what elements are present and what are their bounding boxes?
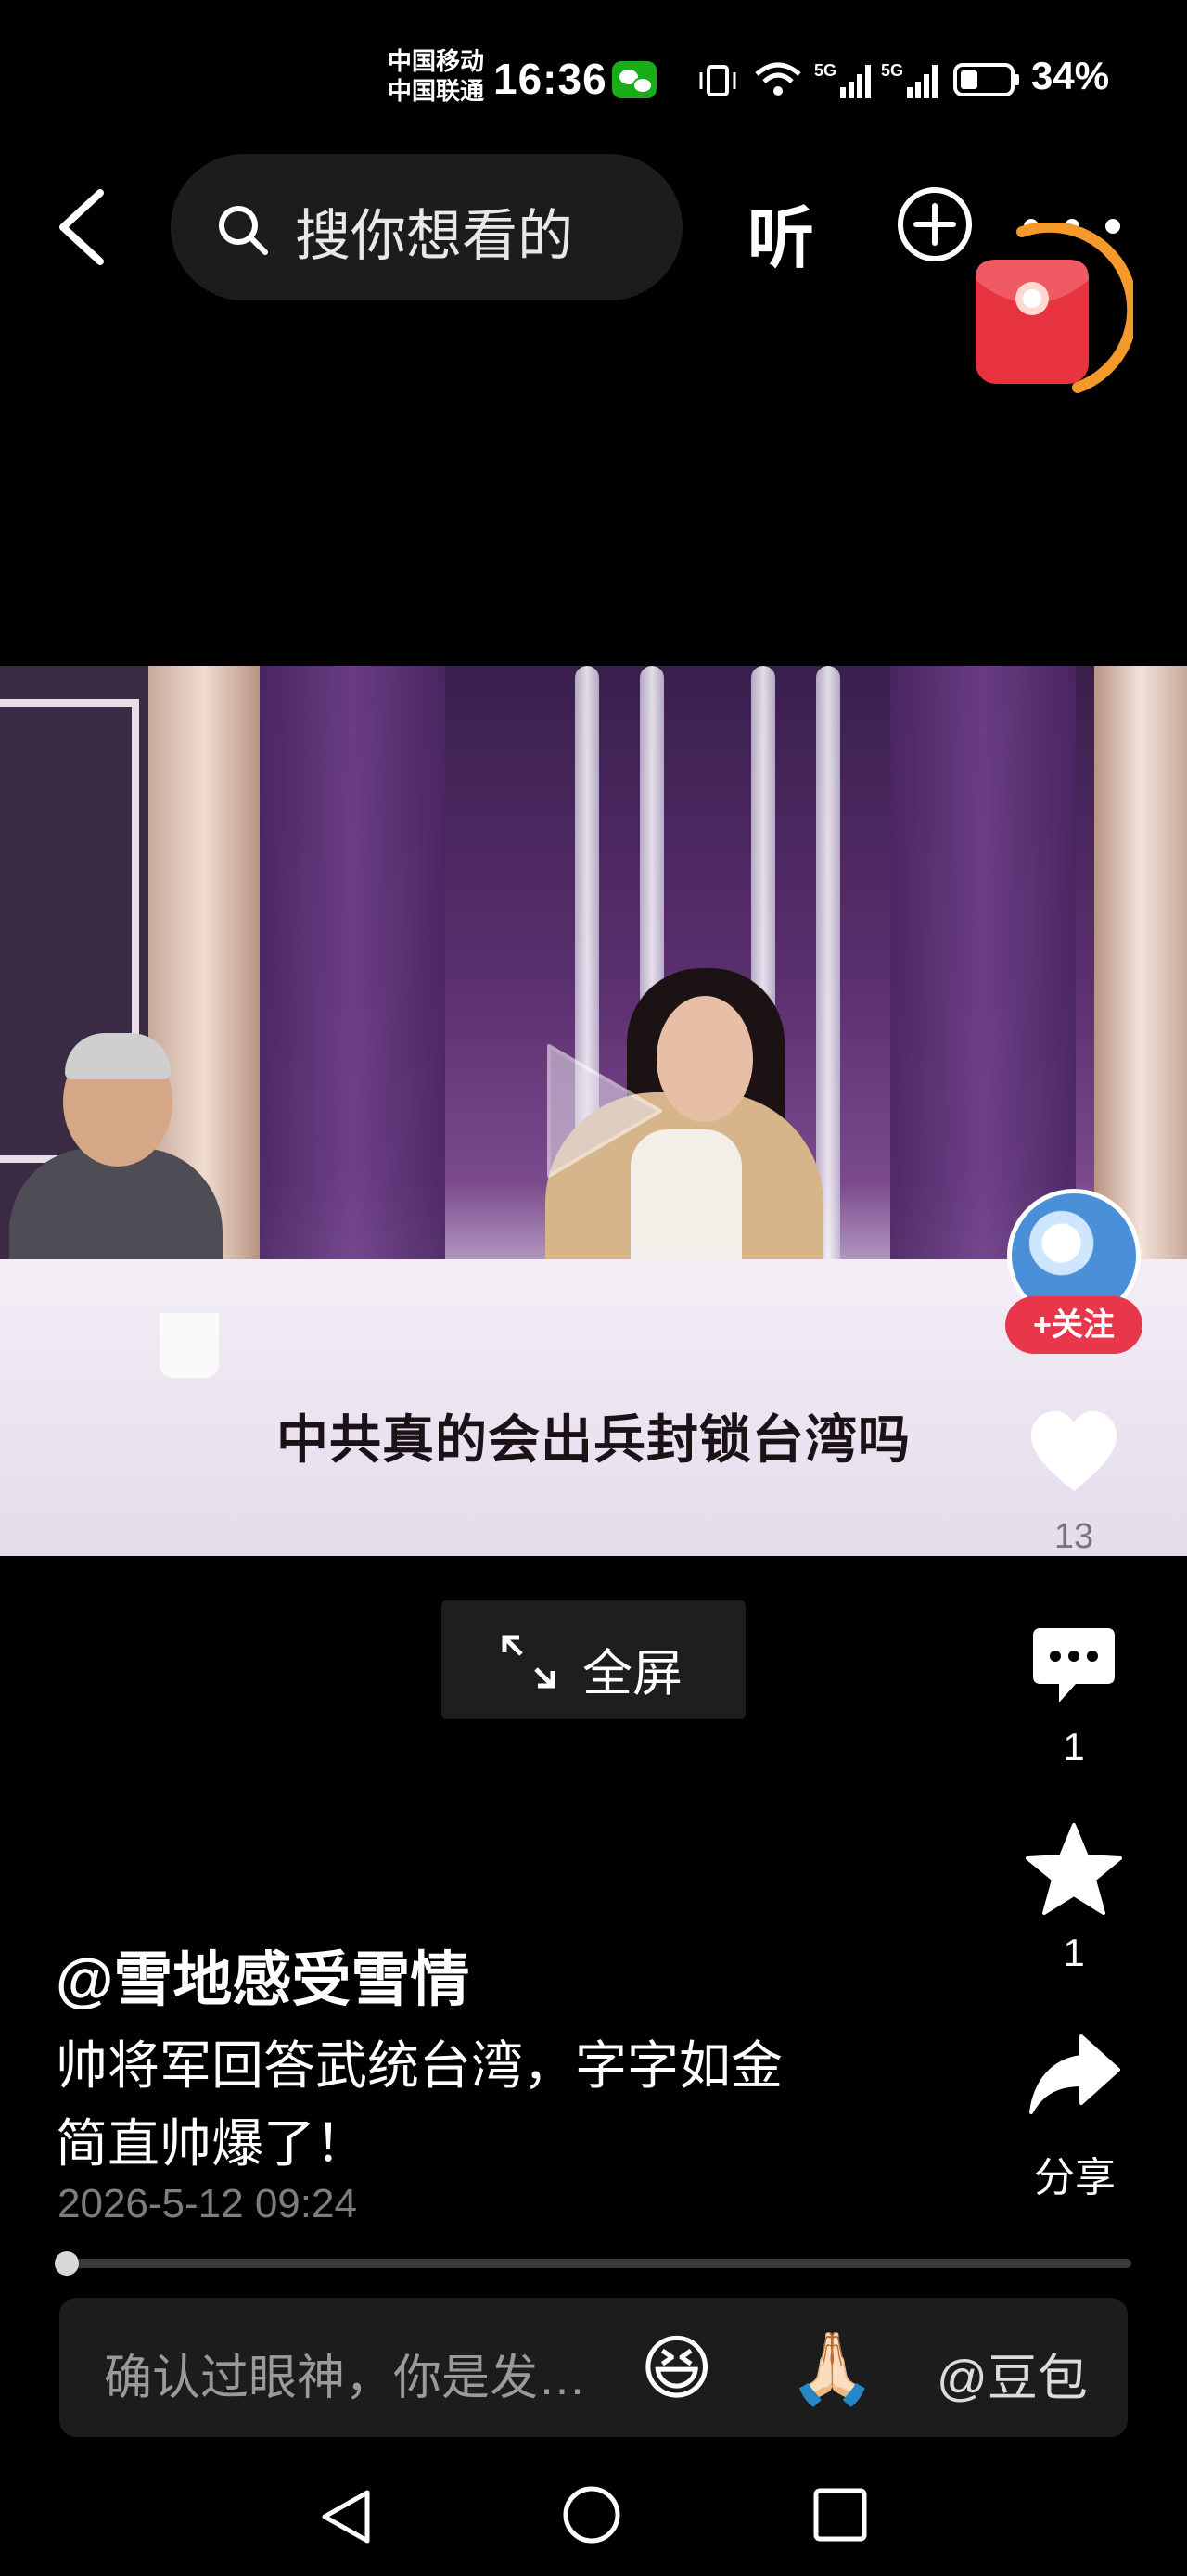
post-description-line-2: 简直帅爆了！ xyxy=(56,2114,367,2173)
post-description: 帅将军回答武统台湾，字字如金 简直帅爆了！ xyxy=(56,2027,890,2183)
carrier-1: 中国移动 xyxy=(388,47,485,75)
nav-home-icon[interactable] xyxy=(562,2485,621,2544)
signal-5g-icon-1: 5G xyxy=(814,61,871,98)
share-label[interactable]: 分享 xyxy=(1015,2144,1135,2203)
signal-1-label: 5G xyxy=(814,61,836,80)
share-arrow-icon[interactable] xyxy=(1027,2033,1122,2118)
battery-icon xyxy=(953,63,1019,96)
fullscreen-label[interactable]: 全屏 xyxy=(582,1632,683,1705)
carrier-2: 中国联通 xyxy=(388,77,485,105)
back-arrow-icon[interactable] xyxy=(54,185,109,269)
nav-back-icon[interactable] xyxy=(319,2487,373,2546)
plus-circle-icon[interactable] xyxy=(896,185,974,263)
wechat-icon xyxy=(612,61,657,98)
carrier-labels: 中国移动 中国联通 xyxy=(388,46,484,106)
comment-bubble-icon[interactable] xyxy=(1029,1625,1118,1708)
play-icon[interactable] xyxy=(540,1037,670,1185)
listen-button[interactable]: 听 xyxy=(747,184,814,281)
heart-icon[interactable] xyxy=(1027,1409,1120,1495)
video-person-woman-face xyxy=(657,996,753,1122)
video-progress-knob[interactable] xyxy=(55,2251,79,2276)
video-cup xyxy=(160,1313,219,1378)
search-placeholder[interactable]: 搜你想看的 xyxy=(295,191,573,272)
status-time: 16:36 xyxy=(493,55,607,103)
signal-2-label: 5G xyxy=(881,61,903,80)
laugh-emoji-button[interactable]: 😆 xyxy=(640,2329,713,2409)
mention-doubao-button[interactable]: @豆包 xyxy=(937,2337,1088,2410)
video-subtitle: 中共真的会出兵封锁台湾吗 xyxy=(276,1410,911,1469)
wifi-icon xyxy=(755,62,801,96)
follow-button[interactable]: +关注 xyxy=(1005,1296,1142,1354)
video-player[interactable]: 中共真的会出兵封锁台湾吗 xyxy=(0,666,1187,1556)
battery-percent: 34% xyxy=(1031,54,1110,97)
author-name[interactable]: @雪地感受雪情 xyxy=(56,1932,469,2018)
nav-recents-icon[interactable] xyxy=(812,2487,868,2543)
post-description-line-1: 帅将军回答武统台湾，字字如金 xyxy=(56,2036,783,2095)
video-progress-track[interactable] xyxy=(56,2259,1131,2268)
expand-icon xyxy=(502,1635,555,1689)
post-date: 2026-5-12 09:24 xyxy=(57,2181,357,2226)
pray-emoji-button[interactable]: 🙏🏻 xyxy=(788,2329,876,2409)
vibrate-icon xyxy=(699,65,736,96)
star-icon[interactable] xyxy=(1024,1821,1124,1918)
comment-input[interactable]: 确认过眼神，你是发… xyxy=(104,2339,586,2408)
search-icon xyxy=(219,206,268,255)
comment-count: 1 xyxy=(1063,1725,1085,1768)
like-count: 13 xyxy=(1053,1517,1094,1556)
favorite-count: 1 xyxy=(1063,1931,1085,1974)
video-curtain-left xyxy=(260,666,445,1315)
signal-5g-icon-2: 5G xyxy=(881,61,938,98)
red-packet-icon[interactable] xyxy=(972,223,1092,389)
